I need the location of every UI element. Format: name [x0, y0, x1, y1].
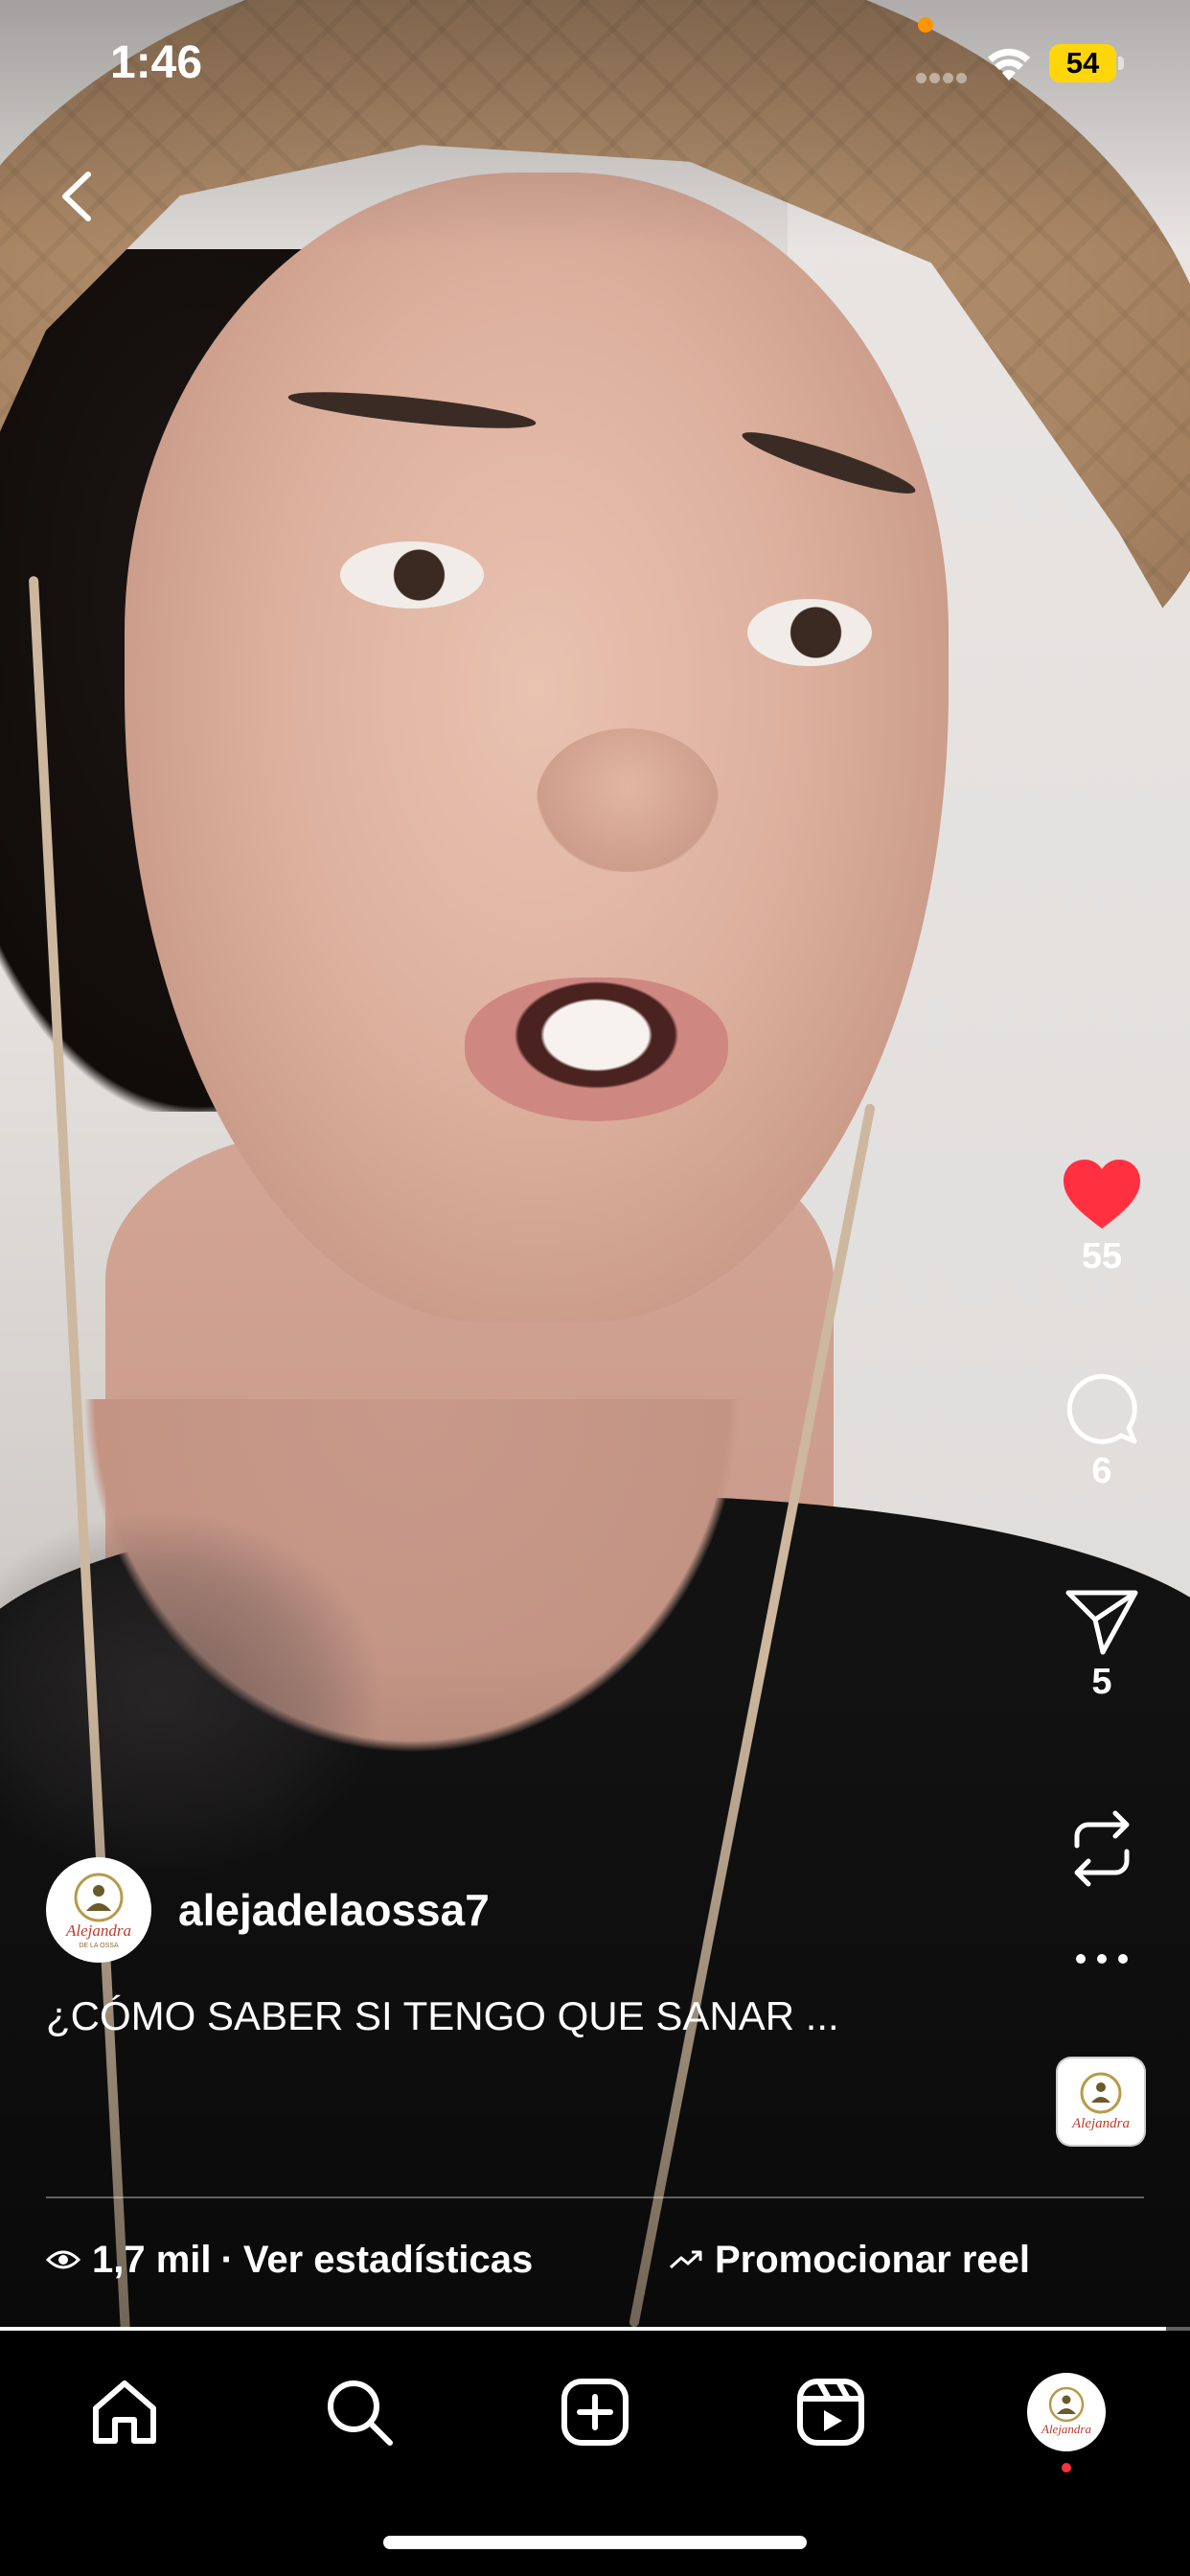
remix-button[interactable]	[1044, 1807, 1159, 1890]
search-icon	[328, 2380, 393, 2446]
share-button[interactable]: 5	[1044, 1587, 1159, 1703]
reels-icon	[797, 2379, 864, 2446]
like-count: 55	[1081, 1236, 1123, 1276]
promote-label: Promocionar reel	[715, 2238, 1031, 2281]
home-indicator[interactable]	[383, 2536, 807, 2549]
avatar-logo-subtext: DE LA OSSA	[79, 1943, 119, 1949]
video-eye-left	[340, 541, 484, 609]
more-button[interactable]	[1044, 1951, 1159, 1966]
status-bar: 1:46 54	[0, 0, 1190, 134]
alejandra-logo: Alejandra	[1041, 2386, 1091, 2436]
view-count: 1,7 mil	[92, 2238, 212, 2281]
promote-reel-button[interactable]: Promocionar reel	[669, 2231, 1030, 2288]
insights-label[interactable]: Ver estadísticas	[243, 2239, 533, 2282]
video-nose	[537, 728, 719, 872]
author-username[interactable]: alejadelaossa7	[178, 1884, 490, 1936]
eye-icon	[46, 2250, 80, 2269]
bottom-tab-bar: Alejandra	[0, 2331, 1190, 2576]
share-count: 5	[1091, 1662, 1112, 1702]
reel-author[interactable]: Alejandra DE LA OSSA alejadelaossa7	[46, 1857, 490, 1963]
comment-count: 6	[1091, 1451, 1112, 1491]
alejandra-logo: Alejandra	[1071, 2072, 1130, 2131]
stats-separator: ·	[220, 2238, 234, 2281]
wifi-icon	[988, 48, 1030, 80]
battery-level: 54	[1049, 44, 1116, 82]
reel-screen: 1:46 54 55 6 5 Alejandra Alejandra DE LA…	[0, 0, 1190, 2576]
trend-up-icon	[669, 2250, 702, 2269]
battery-indicator: 54	[1049, 44, 1124, 82]
avatar[interactable]: Alejandra DE LA OSSA	[46, 1857, 151, 1963]
more-horizontal-icon[interactable]	[1073, 1951, 1131, 1966]
paper-plane-icon[interactable]	[1064, 1587, 1139, 1656]
comment-button[interactable]: 6	[1044, 1372, 1159, 1492]
alejandra-logo: Alejandra DE LA OSSA	[65, 1873, 131, 1949]
chevron-left-icon[interactable]	[46, 163, 113, 230]
tab-profile[interactable]: Alejandra	[1023, 2369, 1110, 2472]
notification-dot	[1062, 2463, 1071, 2472]
reel-stats-row: 1,7 mil · Ver estadísticas Promocionar r…	[46, 2231, 1144, 2288]
video-mouth	[465, 978, 728, 1121]
tab-avatar-logo-text: Alejandra	[1041, 2422, 1091, 2436]
battery-cap	[1118, 57, 1124, 70]
reel-caption[interactable]: ¿CÓMO SABER SI TENGO QUE SANAR ...	[46, 1993, 1004, 2039]
tab-home[interactable]	[81, 2369, 168, 2455]
repost-icon[interactable]	[1067, 1807, 1136, 1890]
divider	[46, 2196, 1144, 2198]
heart-icon[interactable]	[1062, 1158, 1142, 1230]
audio-logo-text: Alejandra	[1071, 2116, 1130, 2131]
tab-reels[interactable]	[788, 2369, 874, 2455]
video-face	[125, 172, 949, 1322]
status-time: 1:46	[110, 37, 203, 88]
tab-search[interactable]	[316, 2369, 402, 2455]
reel-video[interactable]	[0, 0, 1190, 2331]
avatar: Alejandra	[1027, 2373, 1106, 2451]
recording-indicator-dot	[918, 17, 933, 33]
like-button[interactable]: 55	[1044, 1158, 1159, 1277]
comment-bubble-icon[interactable]	[1065, 1372, 1138, 1445]
plus-square-icon	[561, 2379, 629, 2446]
tab-create[interactable]	[552, 2369, 638, 2455]
avatar-logo-text: Alejandra	[65, 1921, 131, 1940]
cellular-signal-icon	[916, 71, 970, 83]
audio-thumbnail[interactable]: Alejandra	[1058, 2058, 1144, 2145]
video-eye-right	[747, 599, 872, 666]
home-icon	[93, 2380, 156, 2444]
view-insights-link[interactable]: 1,7 mil · Ver estadísticas	[46, 2231, 533, 2288]
